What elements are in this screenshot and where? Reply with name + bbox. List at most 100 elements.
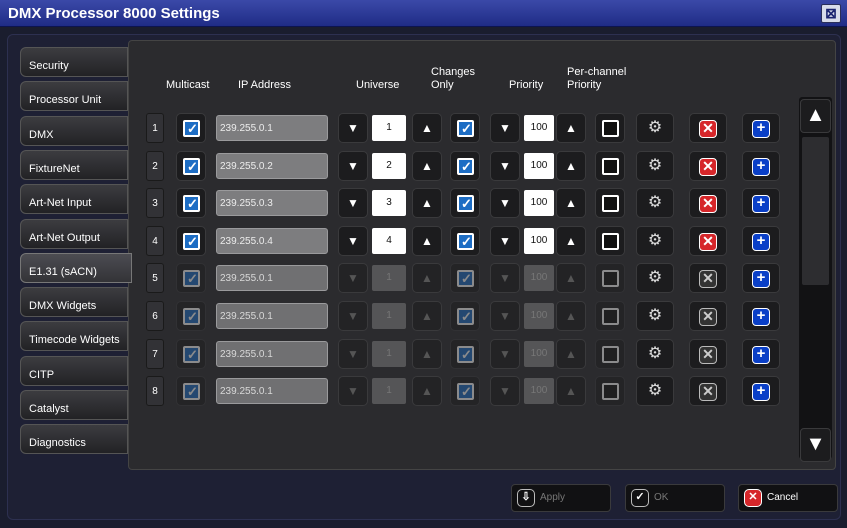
universe-increment-button[interactable]: ▲: [412, 376, 442, 407]
sidebar-item-art-net-input[interactable]: Art-Net Input: [20, 184, 128, 215]
changes-only-checkbox[interactable]: ✓: [450, 188, 480, 219]
universe-increment-button[interactable]: ▲: [412, 301, 442, 331]
close-button[interactable]: ⊠: [821, 4, 841, 23]
ip-address-field[interactable]: 239.255.0.4: [216, 227, 328, 254]
multicast-checkbox[interactable]: ✓: [176, 150, 206, 181]
universe-decrement-button[interactable]: ▼: [338, 113, 368, 143]
sidebar-item-timecode-widgets[interactable]: Timecode Widgets: [20, 321, 128, 352]
ip-address-field[interactable]: 239.255.0.2: [216, 152, 328, 179]
settings-button[interactable]: ⚙: [636, 338, 674, 369]
delete-button[interactable]: ✕: [689, 338, 727, 369]
add-button[interactable]: +: [742, 225, 780, 256]
universe-value[interactable]: 1: [372, 115, 406, 141]
per-channel-priority-checkbox[interactable]: [595, 263, 625, 294]
priority-value[interactable]: 100: [524, 190, 554, 217]
priority-value[interactable]: 100: [524, 227, 554, 254]
apply-button[interactable]: ⇩ Apply: [511, 484, 611, 512]
settings-button[interactable]: ⚙: [636, 263, 674, 294]
universe-decrement-button[interactable]: ▼: [338, 150, 368, 181]
universe-increment-button[interactable]: ▲: [412, 150, 442, 181]
delete-button[interactable]: ✕: [689, 188, 727, 219]
priority-increment-button[interactable]: ▲: [556, 225, 586, 256]
universe-decrement-button[interactable]: ▼: [338, 263, 368, 294]
multicast-checkbox[interactable]: ✓: [176, 301, 206, 331]
universe-increment-button[interactable]: ▲: [412, 113, 442, 143]
settings-button[interactable]: ⚙: [636, 113, 674, 143]
priority-increment-button[interactable]: ▲: [556, 301, 586, 331]
multicast-checkbox[interactable]: ✓: [176, 376, 206, 407]
delete-button[interactable]: ✕: [689, 225, 727, 256]
changes-only-checkbox[interactable]: ✓: [450, 301, 480, 331]
settings-button[interactable]: ⚙: [636, 188, 674, 219]
universe-value[interactable]: 1: [372, 340, 406, 367]
priority-increment-button[interactable]: ▲: [556, 376, 586, 407]
multicast-checkbox[interactable]: ✓: [176, 338, 206, 369]
universe-decrement-button[interactable]: ▼: [338, 225, 368, 256]
priority-increment-button[interactable]: ▲: [556, 113, 586, 143]
scroll-down-button[interactable]: ▼: [800, 428, 831, 462]
add-button[interactable]: +: [742, 113, 780, 143]
priority-decrement-button[interactable]: ▼: [490, 113, 520, 143]
ip-address-field[interactable]: 239.255.0.1: [216, 340, 328, 367]
universe-decrement-button[interactable]: ▼: [338, 301, 368, 331]
per-channel-priority-checkbox[interactable]: [595, 113, 625, 143]
delete-button[interactable]: ✕: [689, 263, 727, 294]
priority-decrement-button[interactable]: ▼: [490, 225, 520, 256]
sidebar-item-citp[interactable]: CITP: [20, 355, 128, 386]
ip-address-field[interactable]: 239.255.0.1: [216, 303, 328, 329]
add-button[interactable]: +: [742, 188, 780, 219]
priority-value[interactable]: 100: [524, 378, 554, 405]
sidebar-item-catalyst[interactable]: Catalyst: [20, 390, 128, 420]
universe-increment-button[interactable]: ▲: [412, 225, 442, 256]
universe-value[interactable]: 4: [372, 227, 406, 254]
add-button[interactable]: +: [742, 338, 780, 369]
settings-button[interactable]: ⚙: [636, 150, 674, 181]
multicast-checkbox[interactable]: ✓: [176, 263, 206, 294]
delete-button[interactable]: ✕: [689, 150, 727, 181]
ip-address-field[interactable]: 239.255.0.1: [216, 115, 328, 141]
add-button[interactable]: +: [742, 301, 780, 331]
universe-decrement-button[interactable]: ▼: [338, 338, 368, 369]
changes-only-checkbox[interactable]: ✓: [450, 338, 480, 369]
per-channel-priority-checkbox[interactable]: [595, 225, 625, 256]
sidebar-item-art-net-output[interactable]: Art-Net Output: [20, 218, 128, 249]
priority-increment-button[interactable]: ▲: [556, 338, 586, 369]
per-channel-priority-checkbox[interactable]: [595, 301, 625, 331]
priority-decrement-button[interactable]: ▼: [490, 188, 520, 219]
priority-decrement-button[interactable]: ▼: [490, 301, 520, 331]
changes-only-checkbox[interactable]: ✓: [450, 263, 480, 294]
add-button[interactable]: +: [742, 150, 780, 181]
settings-button[interactable]: ⚙: [636, 301, 674, 331]
per-channel-priority-checkbox[interactable]: [595, 376, 625, 407]
universe-value[interactable]: 1: [372, 265, 406, 292]
universe-decrement-button[interactable]: ▼: [338, 188, 368, 219]
per-channel-priority-checkbox[interactable]: [595, 188, 625, 219]
priority-increment-button[interactable]: ▲: [556, 150, 586, 181]
universe-value[interactable]: 2: [372, 152, 406, 179]
multicast-checkbox[interactable]: ✓: [176, 113, 206, 143]
ok-button[interactable]: ✓ OK: [625, 484, 725, 512]
settings-button[interactable]: ⚙: [636, 225, 674, 256]
priority-decrement-button[interactable]: ▼: [490, 338, 520, 369]
priority-value[interactable]: 100: [524, 303, 554, 329]
changes-only-checkbox[interactable]: ✓: [450, 150, 480, 181]
universe-decrement-button[interactable]: ▼: [338, 376, 368, 407]
multicast-checkbox[interactable]: ✓: [176, 188, 206, 219]
settings-button[interactable]: ⚙: [636, 376, 674, 407]
scroll-up-button[interactable]: ▲: [800, 99, 831, 133]
universe-value[interactable]: 3: [372, 190, 406, 217]
priority-decrement-button[interactable]: ▼: [490, 150, 520, 181]
priority-increment-button[interactable]: ▲: [556, 188, 586, 219]
add-button[interactable]: +: [742, 263, 780, 294]
priority-value[interactable]: 100: [524, 265, 554, 292]
cancel-button[interactable]: ✕ Cancel: [738, 484, 838, 512]
changes-only-checkbox[interactable]: ✓: [450, 225, 480, 256]
universe-increment-button[interactable]: ▲: [412, 188, 442, 219]
priority-value[interactable]: 100: [524, 152, 554, 179]
sidebar-item-fixturenet[interactable]: FixtureNet: [20, 149, 128, 180]
priority-decrement-button[interactable]: ▼: [490, 263, 520, 294]
universe-value[interactable]: 1: [372, 303, 406, 329]
sidebar-item-e1-31-sacn[interactable]: E1.31 (sACN): [20, 252, 132, 283]
sidebar-item-processor-unit[interactable]: Processor Unit: [20, 81, 128, 112]
per-channel-priority-checkbox[interactable]: [595, 338, 625, 369]
